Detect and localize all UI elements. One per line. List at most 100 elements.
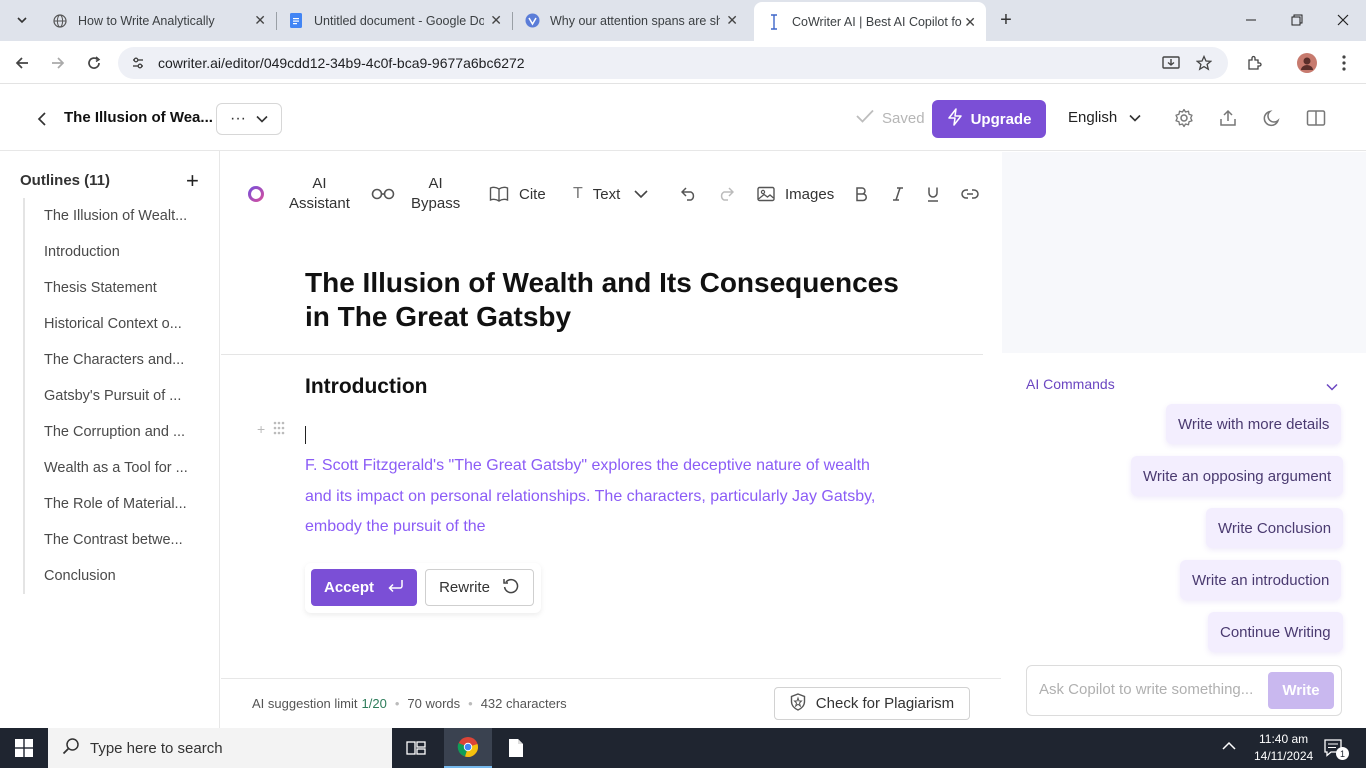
dark-mode-moon-icon[interactable] (1261, 107, 1283, 129)
write-button[interactable]: Write (1268, 672, 1334, 709)
drag-handle-icon[interactable] (273, 421, 285, 438)
add-block-icon[interactable]: + (257, 421, 265, 438)
outline-item[interactable]: Introduction (25, 234, 213, 270)
document-menu-button[interactable]: ··· (216, 103, 282, 135)
outline-item[interactable]: The Characters and... (25, 342, 213, 378)
outline-item[interactable]: The Contrast betwe... (25, 522, 213, 558)
chevron-down-icon[interactable] (1326, 378, 1338, 396)
restore-icon[interactable] (1274, 0, 1320, 40)
ai-assistant-button[interactable]: AI Assistant (247, 174, 350, 214)
settings-gear-icon[interactable] (1173, 107, 1195, 129)
copilot-prompt-box: Write (1026, 665, 1342, 716)
minimize-icon[interactable] (1228, 0, 1274, 40)
globe-icon (52, 13, 68, 29)
new-tab-icon[interactable]: + (994, 8, 1018, 32)
block-handle[interactable]: + (257, 421, 285, 438)
close-tab-icon[interactable]: ✕ (726, 12, 738, 29)
redo-icon (718, 187, 734, 201)
enter-return-icon (388, 579, 404, 597)
undo-button[interactable] (681, 174, 697, 214)
accept-button[interactable]: Accept (311, 569, 417, 606)
command-write-more-details[interactable]: Write with more details (1166, 404, 1342, 444)
command-opposing-argument[interactable]: Write an opposing argument (1131, 456, 1344, 496)
bookmark-star-icon[interactable] (1191, 50, 1217, 76)
file-explorer-icon[interactable] (492, 728, 540, 768)
close-tab-icon[interactable]: ✕ (490, 12, 502, 29)
outline-item[interactable]: Gatsby's Pursuit of ... (25, 378, 213, 414)
outline-item[interactable]: Thesis Statement (25, 270, 213, 306)
install-app-icon[interactable] (1158, 50, 1184, 76)
command-continue-writing[interactable]: Continue Writing (1208, 612, 1343, 652)
text-style-dropdown[interactable]: T Text (573, 174, 648, 214)
bold-button[interactable] (854, 174, 868, 214)
outline-item[interactable]: The Illusion of Wealt... (25, 198, 213, 234)
suggestion-limit-label: AI suggestion limit (252, 696, 358, 711)
browser-tab-2[interactable]: Untitled document - Google Docs ✕ (276, 0, 512, 41)
character-count: 432 characters (480, 696, 567, 711)
ai-bypass-button[interactable]: AI Bypass (371, 174, 460, 214)
check-plagiarism-button[interactable]: Check for Plagiarism (774, 687, 970, 720)
outline-item[interactable]: Historical Context o... (25, 306, 213, 342)
rewrite-button[interactable]: Rewrite (425, 569, 534, 606)
windows-start-icon[interactable] (0, 728, 48, 768)
section-heading[interactable]: Introduction (305, 375, 427, 399)
cite-button[interactable]: Cite (489, 174, 546, 214)
extensions-icon[interactable] (1241, 50, 1267, 76)
share-export-icon[interactable] (1217, 107, 1239, 129)
back-arrow-icon[interactable] (31, 108, 53, 130)
suggestion-actions: Accept Rewrite (305, 563, 541, 613)
separator-dot: • (468, 696, 473, 711)
url-field[interactable]: cowriter.ai/editor/049cdd12-34b9-4c0f-bc… (118, 47, 1228, 79)
separator-dot: • (394, 696, 400, 711)
outline-item[interactable]: Wealth as a Tool for ... (25, 450, 213, 486)
outline-item[interactable]: Conclusion (25, 558, 213, 594)
site-icon (524, 13, 540, 29)
profile-avatar[interactable] (1294, 50, 1320, 76)
ai-commands-heading[interactable]: AI Commands (1026, 376, 1115, 392)
browser-tab-1[interactable]: How to Write Analytically ✕ (40, 0, 276, 41)
shield-icon (790, 692, 806, 715)
browser-tab-4-active[interactable]: CoWriter AI | Best AI Copilot for ✕ (754, 2, 986, 41)
system-clock[interactable]: 11:40 am 14/11/2024 (1254, 731, 1313, 765)
language-select[interactable]: English (1068, 109, 1141, 126)
tab-title: Untitled document - Google Docs (314, 13, 484, 28)
browser-tab-3[interactable]: Why our attention spans are sh ✕ (512, 0, 748, 41)
rewrite-label: Rewrite (439, 579, 490, 596)
taskbar-search-box[interactable]: Type here to search (48, 728, 392, 768)
outline-item[interactable]: The Corruption and ... (25, 414, 213, 450)
show-hidden-icons-chevron-icon[interactable] (1222, 738, 1236, 756)
split-view-book-icon[interactable] (1305, 107, 1327, 129)
outline-item[interactable]: The Role of Material... (25, 486, 213, 522)
command-write-conclusion[interactable]: Write Conclusion (1206, 508, 1344, 548)
site-info-icon[interactable] (130, 55, 146, 71)
chrome-taskbar-icon[interactable] (444, 728, 492, 768)
back-icon[interactable] (9, 50, 35, 76)
editor-toolbar: AI Assistant AI Bypass Cite T Text Images (221, 152, 1001, 236)
images-button[interactable]: Images (757, 174, 834, 214)
task-view-icon[interactable] (392, 728, 440, 768)
upgrade-button[interactable]: Upgrade (932, 100, 1046, 138)
text-t-icon: T (573, 185, 583, 202)
italic-button[interactable] (891, 174, 905, 214)
document-title[interactable]: The Illusion of Wea... (64, 109, 213, 126)
browser-menu-icon[interactable] (1331, 50, 1357, 76)
document-heading[interactable]: The Illusion of Wealth and Its Consequen… (305, 266, 925, 334)
command-write-introduction[interactable]: Write an introduction (1180, 560, 1342, 600)
underline-icon (926, 186, 940, 202)
cowriter-icon (766, 13, 782, 30)
add-outline-icon[interactable]: + (186, 170, 199, 192)
forward-icon[interactable] (45, 50, 71, 76)
tab-search-chevron-icon[interactable] (10, 8, 34, 32)
close-tab-icon[interactable]: ✕ (964, 14, 976, 31)
underline-button[interactable] (926, 174, 940, 214)
notifications-icon[interactable]: 1 (1324, 739, 1349, 762)
close-window-icon[interactable] (1320, 0, 1366, 40)
redo-button[interactable] (718, 174, 734, 214)
ai-suggestion-text[interactable]: F. Scott Fitzgerald's "The Great Gatsby"… (305, 451, 895, 543)
link-button[interactable] (961, 174, 979, 214)
app-header: The Illusion of Wea... ··· Saved Upgrade… (0, 85, 1366, 151)
close-tab-icon[interactable]: ✕ (254, 12, 266, 29)
reload-icon[interactable] (81, 50, 107, 76)
text-label: Text (592, 185, 621, 203)
copilot-prompt-input[interactable] (1039, 681, 1259, 698)
